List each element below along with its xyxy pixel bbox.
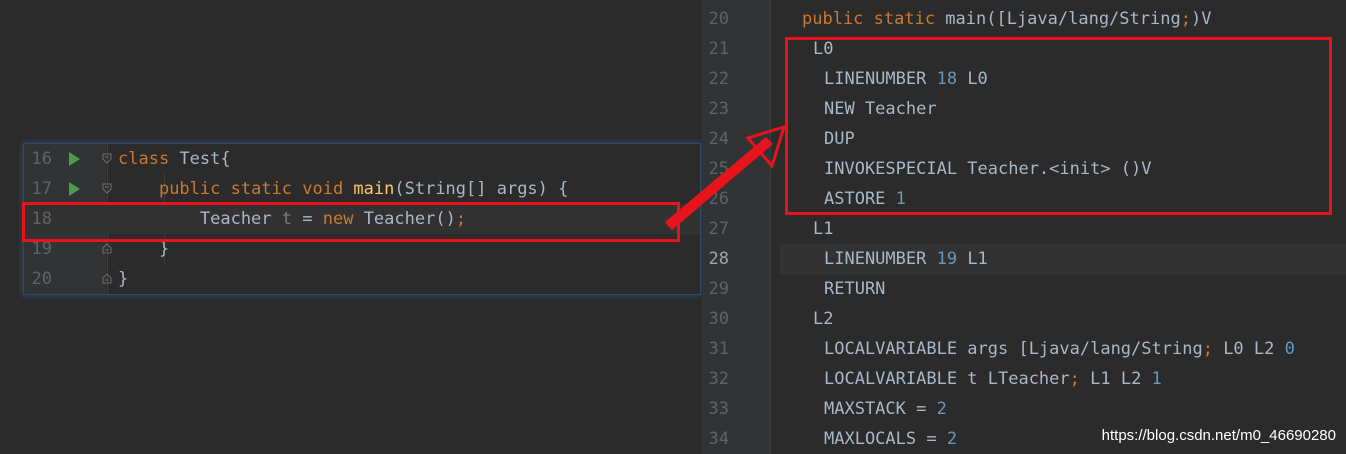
watermark-text: https://blog.csdn.net/m0_46690280 <box>1101 427 1336 444</box>
code-token: Test{ <box>169 149 231 169</box>
source-code-text: class Test{ <box>118 144 231 174</box>
highlight-box-source-line-18 <box>22 202 680 242</box>
bytecode-text: public static main([Ljava/lang/String;)V <box>802 4 1211 34</box>
line-number: 30 <box>708 309 729 329</box>
bytecode-line[interactable]: 32 LOCALVARIABLE t LTeacher; L1 L2 1 <box>702 364 1346 394</box>
code-token: L2 <box>813 309 834 329</box>
code-token: ; <box>1202 339 1213 359</box>
line-number: 33 <box>708 399 729 419</box>
code-token: main([Ljava/lang/String <box>945 9 1181 29</box>
bytecode-line[interactable]: 20 public static main([Ljava/lang/String;… <box>702 4 1346 34</box>
line-number: 27 <box>708 219 729 239</box>
bytecode-text: MAXSTACK = 2 <box>824 394 947 424</box>
bytecode-text: MAXLOCALS = 2 <box>824 424 957 454</box>
line-number: 20 <box>708 9 729 29</box>
line-number: 28 <box>708 249 729 269</box>
run-icon[interactable] <box>69 152 80 166</box>
code-token: class <box>118 149 170 169</box>
run-icon[interactable] <box>69 182 80 196</box>
bytecode-line[interactable]: 27 L1 <box>702 214 1346 244</box>
bytecode-text: LINENUMBER 19 L1 <box>824 244 988 274</box>
code-token: public static void <box>158 179 354 199</box>
code-token: } <box>118 269 129 289</box>
source-line[interactable]: 16 class Test{ <box>24 144 700 174</box>
bytecode-line[interactable]: 30 L2 <box>702 304 1346 334</box>
line-number: 23 <box>708 99 729 119</box>
code-token: L1 <box>957 249 988 269</box>
source-line[interactable]: 20} <box>24 264 700 294</box>
fold-marker-icon[interactable] <box>102 273 112 284</box>
code-token: ; <box>1180 9 1191 29</box>
code-token: MAXLOCALS = <box>824 429 947 449</box>
bytecode-text: LOCALVARIABLE args [Ljava/lang/String; L… <box>824 334 1295 364</box>
code-token: public static <box>802 9 946 29</box>
line-number: 31 <box>708 339 729 359</box>
line-number: 16 <box>31 149 52 169</box>
code-token: 19 <box>936 249 958 269</box>
fold-marker-icon[interactable] <box>102 243 112 254</box>
highlight-box-bytecode-L0 <box>785 37 1332 215</box>
code-token: ; <box>1069 369 1080 389</box>
line-number: 17 <box>31 179 52 199</box>
bytecode-line[interactable]: 31 LOCALVARIABLE args [Ljava/lang/String;… <box>702 334 1346 364</box>
code-token: L1 <box>813 219 834 239</box>
code-token: L0 L2 <box>1212 339 1285 359</box>
code-token: L1 L2 <box>1079 369 1152 389</box>
line-number: 20 <box>31 269 52 289</box>
code-token: LOCALVARIABLE args [Ljava/lang/String <box>824 339 1203 359</box>
line-number: 24 <box>708 129 729 149</box>
line-number: 32 <box>708 369 729 389</box>
line-number: 34 <box>708 429 729 449</box>
fold-marker-icon[interactable] <box>102 153 112 164</box>
source-line[interactable]: 17 public static void main(String[] args… <box>24 174 700 204</box>
fold-marker-icon[interactable] <box>102 183 112 194</box>
code-token: RETURN <box>824 279 886 299</box>
code-token: (String[] args) { <box>394 179 569 199</box>
line-number: 21 <box>708 39 729 59</box>
source-code-text: } <box>118 264 128 294</box>
source-code-text: public static void main(String[] args) { <box>118 174 568 204</box>
line-number: 26 <box>708 189 729 209</box>
bytecode-text: LOCALVARIABLE t LTeacher; L1 L2 1 <box>824 364 1162 394</box>
bytecode-line[interactable]: 33 MAXSTACK = 2 <box>702 394 1346 424</box>
bytecode-text: L2 <box>813 304 833 334</box>
line-number: 22 <box>708 69 729 89</box>
code-token: } <box>118 239 170 259</box>
code-token: 1 <box>1151 369 1162 389</box>
code-token: LOCALVARIABLE t LTeacher <box>824 369 1070 389</box>
code-token: LINENUMBER <box>824 249 937 269</box>
code-token: 2 <box>936 399 947 419</box>
bytecode-text: L1 <box>813 214 833 244</box>
bytecode-line[interactable]: 29 RETURN <box>702 274 1346 304</box>
code-token: 0 <box>1284 339 1295 359</box>
line-number: 29 <box>708 279 729 299</box>
bytecode-line[interactable]: 28 LINENUMBER 19 L1 <box>702 244 1346 274</box>
line-number: 25 <box>708 159 729 179</box>
code-token: MAXSTACK = <box>824 399 937 419</box>
code-token: main <box>353 179 395 199</box>
code-token: 2 <box>946 429 958 449</box>
code-token: )V <box>1190 9 1212 29</box>
bytecode-text: RETURN <box>824 274 885 304</box>
